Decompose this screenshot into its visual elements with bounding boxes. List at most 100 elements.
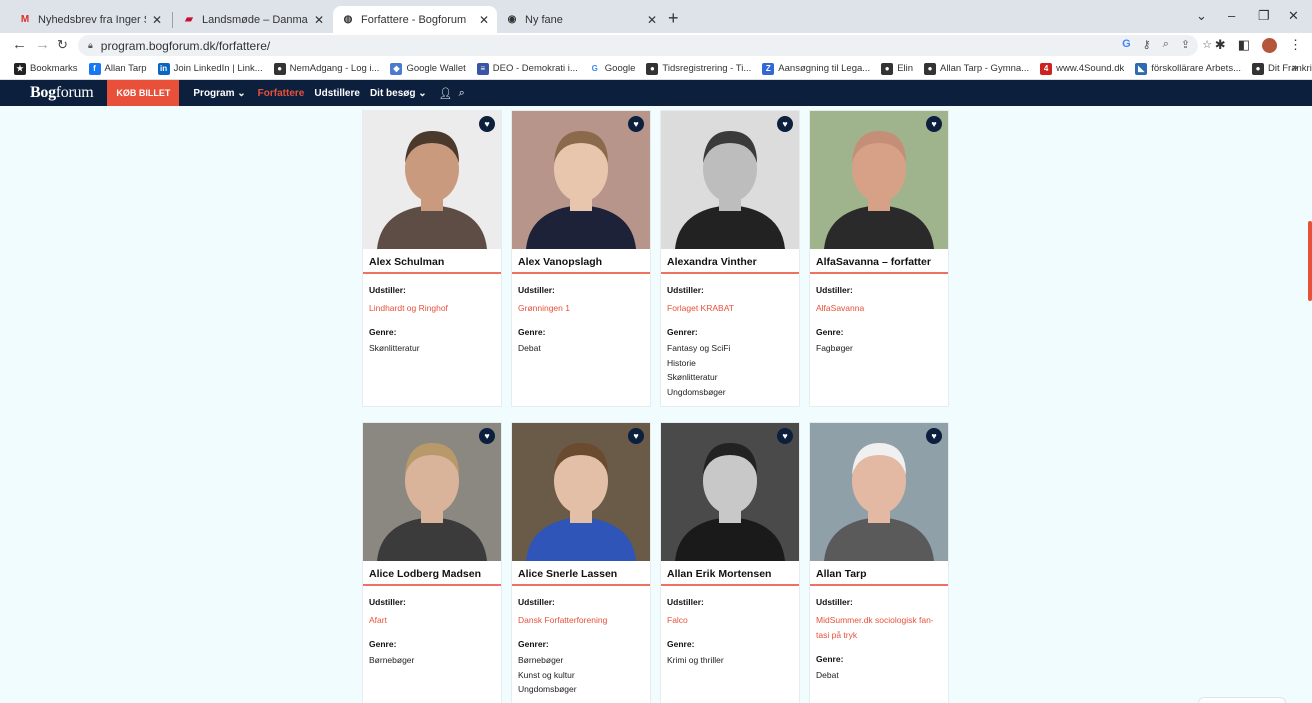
author-photo[interactable]: ♥ [512,111,650,249]
author-photo-drawing [810,423,948,561]
heart-icon[interactable]: ♥ [926,428,942,444]
bookmark-item[interactable]: ★ Bookmarks [14,62,78,75]
author-card[interactable]: ♥ Allan Erik Mortensen Udstiller: Falco Genr… [660,422,800,703]
share-icon[interactable]: ⇪ [1181,38,1190,51]
bookmark-item[interactable]: ● Tidsregistrering - Ti... [646,62,751,75]
author-photo[interactable]: ♥ [363,423,501,561]
genre-item: Ungdomsbøger [518,684,577,694]
bookmark-icon: 4 [1040,62,1053,75]
key-icon[interactable]: ⚷ [1143,38,1151,51]
heart-icon[interactable]: ♥ [479,116,495,132]
author-card[interactable]: ♥ Alice Snerle Lassen Udstiller: Dansk Forf… [511,422,651,703]
close-icon[interactable]: ✕ [314,13,324,27]
bookmark-item[interactable]: in Join LinkedIn | Link... [157,62,263,75]
author-photo[interactable]: ♥ [810,111,948,249]
exhibitor-label: Udstiller: [518,285,555,295]
exhibitor-link[interactable]: Grønningen 1 [518,301,644,316]
bookmark-item[interactable]: ◆ Google Wallet [390,62,466,75]
bookmark-icon: Z [762,62,775,75]
author-name[interactable]: Alice Lodberg Madsen [363,561,501,583]
bookmark-item[interactable]: G Google [588,62,635,75]
close-icon[interactable]: ✕ [479,13,489,27]
nav-program[interactable]: Program ⌄ [193,88,245,99]
bookmark-item[interactable]: ◣ förskollärare Arbets... [1135,62,1241,75]
sidepanel-icon[interactable]: ◧ [1238,37,1250,53]
close-icon[interactable]: ✕ [647,13,657,27]
author-name[interactable]: Alex Schulman [363,249,501,271]
browser-tab-1[interactable]: M Nyhedsbrev fra Inger Støjberg - ✕ [10,6,170,33]
bookmark-item[interactable]: ● NemAdgang - Log i... [273,62,380,75]
exhibitor-link[interactable]: Afart [369,613,495,628]
nav-exhibitors[interactable]: Udstillere [314,88,360,99]
bookmark-label: NemAdgang - Log i... [289,63,380,74]
exhibitor-link[interactable]: Lindhardt og Ringhof [369,301,495,316]
author-card[interactable]: ♥ Allan Tarp Udstiller: MidSummer.dk sociol… [809,422,949,703]
heart-icon[interactable]: ♥ [777,428,793,444]
bookmark-item[interactable]: Z Aansøgning til Lega... [762,62,870,75]
user-icon[interactable]: 👤︎ [439,87,453,100]
author-card[interactable]: ♥ Alexandra Vinther Udstiller: Forlaget KRA… [660,110,800,407]
heart-icon[interactable]: ♥ [777,116,793,132]
exhibitor-link[interactable]: MidSummer.dk sociologisk fan-tasi på try… [816,613,942,643]
bookmark-item[interactable]: 4 www.4Sound.dk [1040,62,1124,75]
heart-icon[interactable]: ♥ [628,116,644,132]
heart-icon[interactable]: ♥ [926,116,942,132]
author-card[interactable]: ♥ AlfaSavanna – forfatter Udstiller: AlfaSa… [809,110,949,407]
author-name[interactable]: Allan Erik Mortensen [661,561,799,583]
buy-ticket-button[interactable]: KØB BILLET [107,80,180,106]
author-card[interactable]: ♥ Alice Lodberg Madsen Udstiller: Afart Genr… [362,422,502,703]
bookmark-item[interactable]: ● Elin [881,62,913,75]
author-name[interactable]: Allan Tarp [810,561,948,583]
zoom-icon[interactable]: ⌕ [1163,38,1169,51]
star-icon[interactable]: ☆ [1202,38,1212,51]
bookmark-item[interactable]: ≡ DEO - Demokrati i... [476,62,578,75]
author-photo[interactable]: ♥ [512,423,650,561]
exhibitor-link[interactable]: Dansk Forfatterforening [518,613,644,628]
close-window-button[interactable]: ✕ [1288,8,1299,24]
author-photo[interactable]: ♥ [363,111,501,249]
heart-icon[interactable]: ♥ [479,428,495,444]
forward-icon[interactable]: → [35,36,50,53]
address-bar[interactable]: 🔒︎ program.bogforum.dk/forfattere/ [78,35,1198,56]
nav-your-visit[interactable]: Dit besøg ⌄ [370,88,427,99]
restore-button[interactable]: ❐ [1258,8,1270,24]
browser-tab-4[interactable]: ◉ Ny fane ✕ [497,6,665,33]
exhibitor-link[interactable]: AlfaSavanna [816,301,942,316]
scrollbar[interactable] [1308,221,1312,301]
exhibitor-link[interactable]: Forlaget KRABAT [667,301,793,316]
site-logo[interactable]: Bogforum [30,84,94,102]
genre-item: Skønlitteratur [369,343,420,353]
close-icon[interactable]: ✕ [152,13,162,27]
author-name[interactable]: AlfaSavanna – forfatter [810,249,948,271]
bookmark-item[interactable]: ● Dit Frankrig - Udnyt... [1252,62,1312,75]
avatar[interactable] [1262,37,1277,53]
search-icon[interactable]: ⌕ [459,87,465,100]
nav-authors[interactable]: Forfattere [258,88,305,99]
chat-widget[interactable] [1198,697,1286,703]
author-photo[interactable]: ♥ [661,423,799,561]
author-photo[interactable]: ♥ [661,111,799,249]
author-name[interactable]: Alice Snerle Lassen [512,561,650,583]
new-tab-button[interactable]: + [668,8,679,29]
bookmarks-more-button[interactable]: » [1292,62,1298,74]
browser-tab-2[interactable]: ▰ Landsmøde – Danmarksdemokr ✕ [174,6,332,33]
minimize-button[interactable]: – [1228,8,1235,23]
reload-icon[interactable]: ↻ [57,37,68,53]
genre-item: Krimi og thriller [667,655,724,665]
author-card[interactable]: ♥ Alex Schulman Udstiller: Lindhardt og Rin… [362,110,502,407]
menu-icon[interactable]: ⋮ [1289,37,1302,53]
browser-tab-3[interactable]: ◍ Forfattere - Bogforum ✕ [333,6,497,33]
genre-item: Børnebøger [369,655,415,665]
back-icon[interactable]: ← [12,36,27,53]
bookmark-item[interactable]: f Allan Tarp [88,62,147,75]
tab-search-button[interactable]: ⌄ [1196,8,1207,24]
author-name[interactable]: Alexandra Vinther [661,249,799,271]
author-card[interactable]: ♥ Alex Vanopslagh Udstiller: Grønningen 1 Ge… [511,110,651,407]
exhibitor-link[interactable]: Falco [667,613,793,628]
google-icon[interactable]: G [1122,38,1131,51]
author-name[interactable]: Alex Vanopslagh [512,249,650,271]
bookmark-item[interactable]: ● Allan Tarp - Gymna... [924,62,1029,75]
extensions-icon[interactable]: ✱ [1215,37,1226,53]
author-photo[interactable]: ♥ [810,423,948,561]
heart-icon[interactable]: ♥ [628,428,644,444]
